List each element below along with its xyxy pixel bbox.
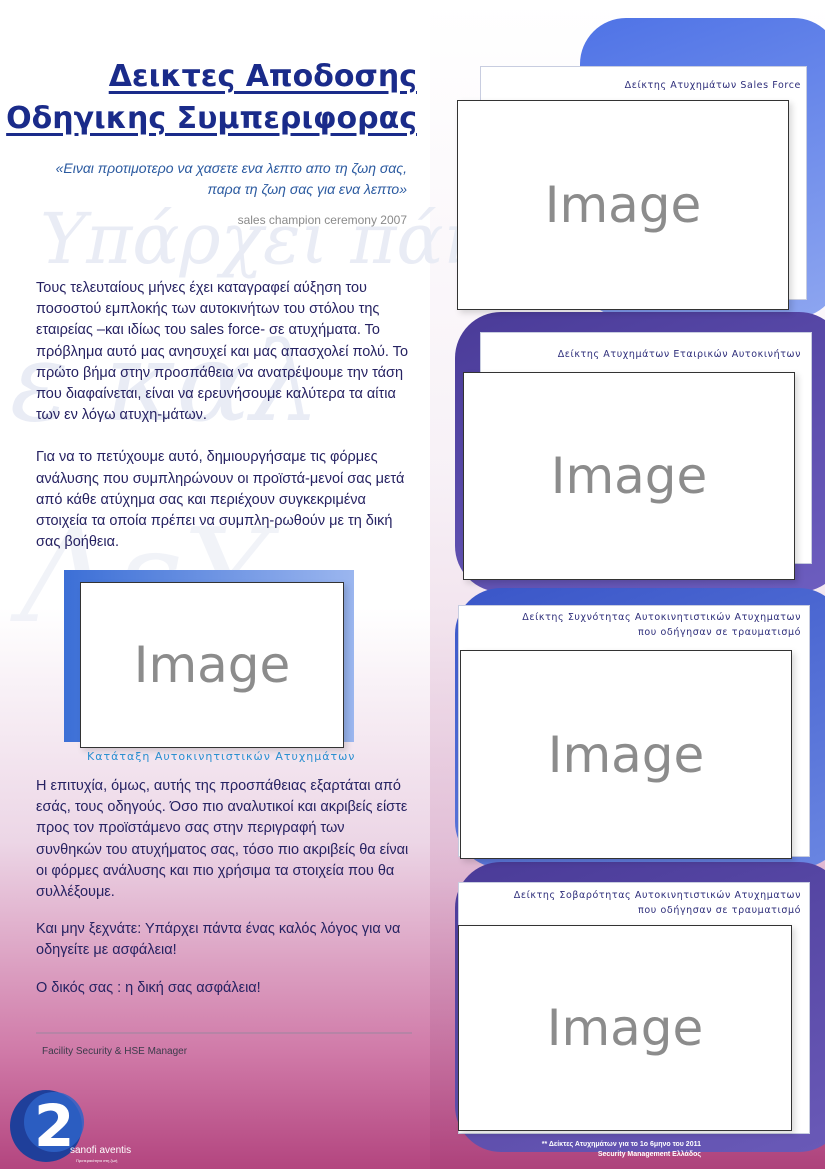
chart-title-4-line1: Δείκτης Σοβαρότητας Αυτοκινητιστικών Ατυ… bbox=[513, 890, 801, 901]
chart-image-1: Image bbox=[457, 100, 789, 310]
chart-title-2: Δείκτης Ατυχημάτων Εταιρικών Αυτοκινήτων bbox=[557, 349, 801, 360]
logo-brand: sanofi aventis bbox=[70, 1145, 131, 1156]
chart-image-3: Image bbox=[460, 650, 792, 859]
logo-mark-icon: 2 sanofi aventis Προτεραιότητα στη ζωή bbox=[10, 1090, 131, 1163]
paragraph-3: Η επιτυχία, όμως, αυτής της προσπάθειας … bbox=[36, 778, 409, 901]
logo-tagline: Προτεραιότητα στη ζωή bbox=[76, 1158, 117, 1163]
left-image-placeholder: Image bbox=[80, 582, 344, 748]
quote: «Ειναι προτιμοτερο να χασετε ενα λεπτο α… bbox=[7, 158, 407, 200]
sanofi-aventis-logo: 2 sanofi aventis Προτεραιότητα στη ζωή bbox=[8, 1086, 158, 1166]
footnote-line2: Security Management Ελλάδος bbox=[597, 1151, 701, 1158]
chart-title-4-line2: που οδήγησαν σε τραυματισμό bbox=[638, 905, 801, 916]
footnote: ** Δείκτες Ατυχημάτων για το 1ο 6μηνο το… bbox=[542, 1140, 701, 1160]
chart-title-3-line1: Δείκτης Συχνότητας Αυτοκινητιστικών Ατυχ… bbox=[522, 612, 801, 623]
quote-source: sales champion ceremony 2007 bbox=[237, 213, 407, 227]
title-line2: Οδηγικης Συμπεριφορας bbox=[6, 101, 417, 136]
quote-line2: παρα τη ζωη σας για ενα λεπτο» bbox=[207, 181, 407, 197]
paragraph-1: Τους τελευταίους μήνες έχει καταγραφεί α… bbox=[36, 280, 409, 424]
quote-line1: «Ειναι προτιμοτερο να χασετε ενα λεπτο α… bbox=[55, 160, 407, 176]
page-title: Δεικτες Αποδοσης Οδηγικης Συμπεριφορας bbox=[6, 56, 417, 140]
paragraph-2: Για να το πετύχουμε αυτό, δημιουργήσαμε … bbox=[36, 449, 405, 551]
paragraph-4: Και μην ξεχνάτε: Υπάρχει πάντα ένας καλό… bbox=[36, 921, 401, 959]
signature: Facility Security & HSE Manager bbox=[42, 1046, 188, 1057]
paragraph-5: Ο δικός σας : η δική σας ασφάλεια! bbox=[36, 979, 261, 996]
chart-title-3-line2: που οδήγησαν σε τραυματισμό bbox=[638, 627, 801, 638]
logo-number: 2 bbox=[34, 1092, 74, 1160]
chart-image-2: Image bbox=[463, 372, 795, 580]
title-line1: Δεικτες Αποδοσης bbox=[108, 59, 417, 94]
body-section-2: Η επιτυχία, όμως, αυτής της προσπάθειας … bbox=[36, 776, 411, 999]
chart-title-4: Δείκτης Σοβαρότητας Αυτοκινητιστικών Ατυ… bbox=[514, 888, 801, 918]
left-chart-caption: Κατάταξη Αυτοκινητιστικών Ατυχημάτων bbox=[87, 750, 356, 763]
chart-title-1: Δείκτης Ατυχημάτων Sales Force bbox=[624, 80, 801, 91]
watermark-line1: Υπάρχει πάν bbox=[40, 198, 487, 280]
chart-image-4: Image bbox=[458, 925, 792, 1131]
footnote-line1: ** Δείκτες Ατυχημάτων για το 1ο 6μηνο το… bbox=[541, 1141, 701, 1148]
body-section-1: Τους τελευταίους μήνες έχει καταγραφεί α… bbox=[36, 278, 411, 553]
signature-divider bbox=[36, 1032, 412, 1034]
chart-title-3: Δείκτης Συχνότητας Αυτοκινητιστικών Ατυχ… bbox=[522, 610, 801, 640]
